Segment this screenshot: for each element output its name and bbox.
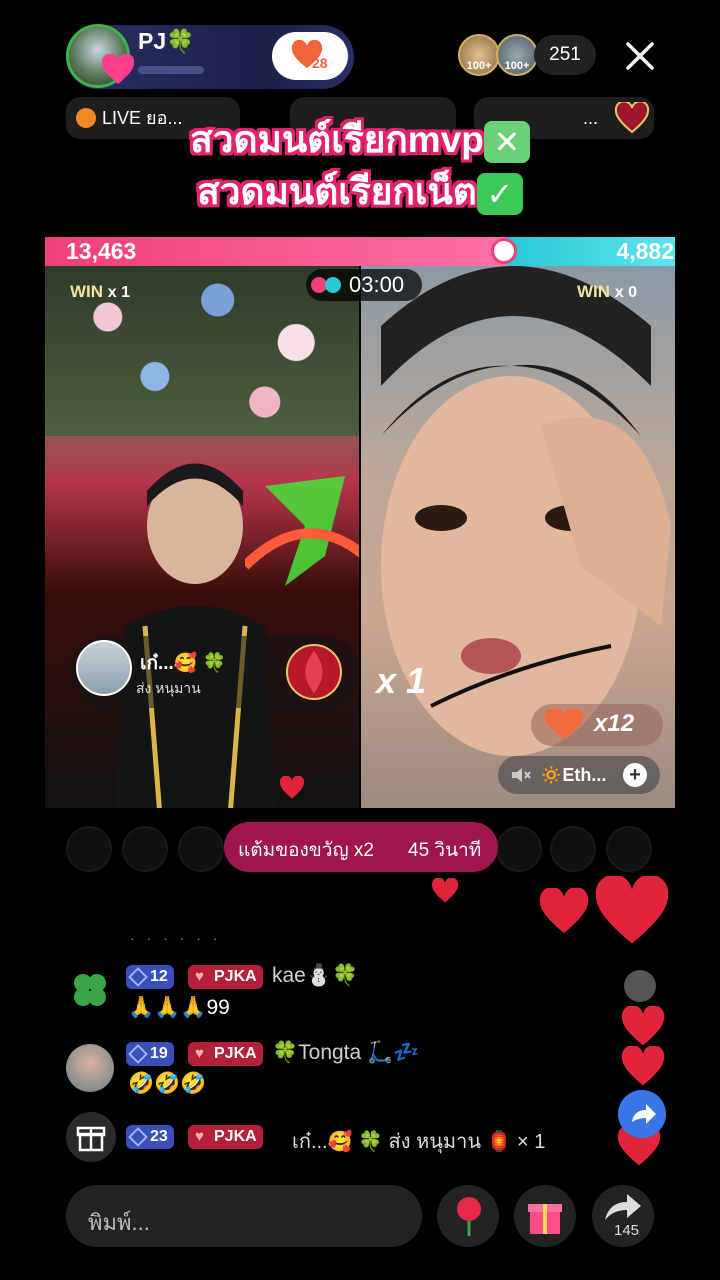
- chat-message: 🙏🙏🙏99: [128, 996, 230, 1019]
- top-viewer-avatar[interactable]: 100+: [458, 34, 500, 76]
- timer-icon: [311, 277, 341, 293]
- win-count-left: WIN x 1: [70, 282, 131, 301]
- win-count-right: WIN x 0: [577, 282, 638, 301]
- rank-avatar[interactable]: [178, 826, 224, 872]
- host-name: PJ🍀: [138, 28, 195, 54]
- music-label: 🔅Eth...: [540, 765, 607, 785]
- follow-count: 28: [312, 55, 328, 71]
- fan-badge: PJKA: [188, 1042, 263, 1066]
- score-right: 4,882: [616, 238, 674, 264]
- host-video-left[interactable]: [45, 266, 359, 808]
- sender-action: ส่ง หนุมาน: [136, 680, 201, 696]
- check-mark-icon: ✓: [476, 173, 523, 216]
- gift-icon: [66, 1112, 116, 1162]
- share-icon: [605, 1194, 641, 1220]
- plus-icon[interactable]: +: [623, 763, 647, 787]
- share-count: 145: [614, 1222, 640, 1239]
- gift-bonus-time: 45 วินาที: [408, 840, 482, 861]
- gift-message: เก๋...🥰 🍀 ส่ง หนุมาน 🏮 × 1: [292, 1125, 545, 1157]
- chat-avatar[interactable]: [66, 1044, 114, 1092]
- heart-gift-icon: [544, 709, 584, 739]
- rose-icon: [457, 1197, 481, 1236]
- banner-line-1: สวดมนต์เรียกmvp ✕: [0, 110, 720, 169]
- chat-divider: · · · · · ·: [130, 930, 222, 946]
- sender-avatar: [76, 640, 132, 696]
- comment-placeholder: พิมพ์...: [88, 1210, 150, 1235]
- chat-message: 🤣🤣🤣: [128, 1072, 207, 1095]
- heart-icon: [539, 888, 589, 933]
- close-icon[interactable]: [620, 36, 660, 76]
- level-badge: 12: [126, 965, 174, 989]
- heart-icon: [621, 1046, 665, 1086]
- fan-badge: PJKA: [188, 1125, 263, 1149]
- host-level-progress: [138, 66, 204, 74]
- score-left: 13,463: [66, 238, 137, 264]
- rank-avatar[interactable]: [66, 826, 112, 872]
- chat-message: ส่ง หนุมาน 🏮 × 1: [388, 1131, 546, 1153]
- fan-badge: PJKA: [188, 965, 263, 989]
- sender-name: เก๋...🥰 🍀: [140, 653, 227, 674]
- mute-icon[interactable]: [510, 766, 532, 784]
- chat-username[interactable]: kae⛄🍀: [272, 964, 358, 988]
- heart-icon: [431, 878, 459, 903]
- clover-icon: [74, 974, 106, 1006]
- viewer-badge: 100+: [466, 60, 492, 72]
- heart-icon: [621, 1006, 665, 1046]
- top-viewer-avatar[interactable]: 100+: [496, 34, 538, 76]
- gift-combo-count: x12: [594, 710, 635, 737]
- battle-score-bar: [45, 237, 675, 266]
- level-badge: 19: [126, 1042, 174, 1066]
- streamer-left: [115, 463, 275, 808]
- cross-mark-icon: ✕: [483, 121, 530, 164]
- multiplier-label: x 1: [376, 660, 427, 701]
- rank-avatar[interactable]: [122, 826, 168, 872]
- heart-icon: [101, 54, 135, 84]
- rank-avatar[interactable]: [550, 826, 596, 872]
- rank-avatar[interactable]: [496, 826, 542, 872]
- banner-line-2: สวดมนต์เรียกเน็ต ✓: [0, 162, 720, 221]
- viewer-count[interactable]: 251: [534, 35, 596, 75]
- rank-avatar[interactable]: [606, 826, 652, 872]
- gift-bonus-text: แต้มของขวัญ x2: [238, 840, 374, 861]
- share-arrow-icon[interactable]: [618, 1090, 666, 1138]
- more-icon[interactable]: [624, 970, 656, 1002]
- battle-timer-text: 03:00: [349, 272, 405, 297]
- heart-icon: [595, 876, 669, 944]
- chat-username[interactable]: 🍀Tongta 🛴💤: [272, 1041, 419, 1065]
- level-badge: 23: [126, 1125, 174, 1149]
- viewer-badge: 100+: [504, 60, 530, 72]
- heart-icon: [279, 776, 305, 799]
- gift-box-icon: [528, 1204, 562, 1234]
- score-divider-icon: [491, 238, 517, 264]
- lantern-gift-icon: [286, 644, 342, 700]
- chat-username[interactable]: เก๋...🥰 🍀: [292, 1131, 383, 1153]
